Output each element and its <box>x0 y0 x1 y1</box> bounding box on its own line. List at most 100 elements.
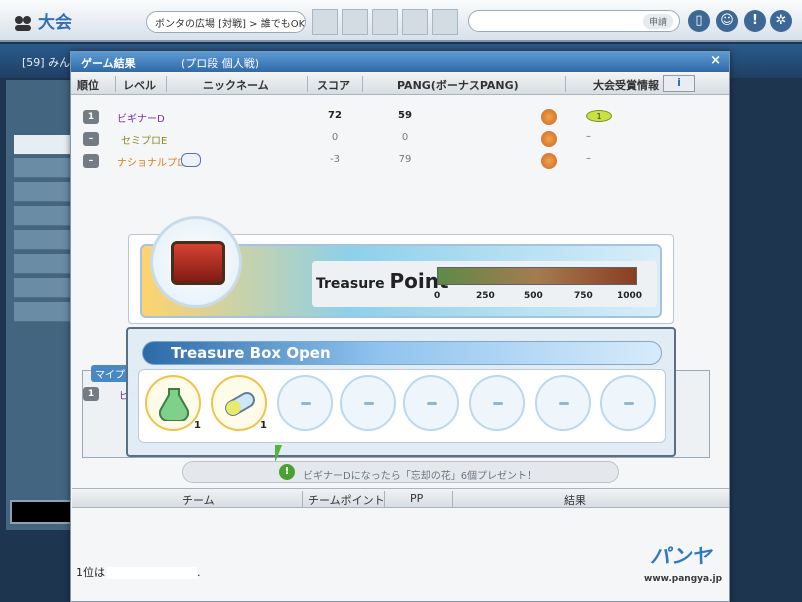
pangya-logo: パンヤ www.pangya.jp <box>644 540 722 590</box>
nickname: ビギナーD <box>117 114 165 125</box>
list-item[interactable] <box>14 302 70 322</box>
avatar[interactable] <box>432 9 458 35</box>
logo-text: 大会 <box>38 13 72 33</box>
apply-button[interactable]: 申請 <box>642 14 673 29</box>
gear-icon[interactable]: ✲ <box>770 10 792 32</box>
first-place-suffix: . <box>197 566 201 579</box>
first-place-name <box>107 567 197 579</box>
dialog-titlebar: ゲーム結果 (プロ段 個人戦) × <box>71 52 729 72</box>
col-pp: PP <box>410 492 424 505</box>
avatar[interactable] <box>342 9 368 35</box>
pang: 79 <box>398 154 412 165</box>
brand-url: www.pangya.jp <box>644 574 723 584</box>
dash: – <box>586 153 591 164</box>
group-icon <box>12 12 34 34</box>
table-row[interactable]: – セミプロE 0 0 – <box>71 129 729 149</box>
list-item[interactable] <box>14 206 70 226</box>
gauge-track <box>437 267 637 285</box>
chat-box[interactable] <box>10 500 72 524</box>
medal-icon <box>541 153 557 169</box>
close-icon[interactable]: × <box>710 53 721 68</box>
tick-label: 0 <box>434 291 441 301</box>
item-count: 1 <box>194 420 201 431</box>
list-item[interactable] <box>14 254 70 274</box>
col-pang: PANG(ボーナスPANG) <box>397 79 519 92</box>
empty-slot <box>403 375 459 431</box>
treasure-chest-icon <box>150 216 242 308</box>
list-item[interactable] <box>14 230 70 250</box>
dash: – <box>586 131 591 142</box>
box-open-panel: Treasure Box Open 1 1 <box>126 327 676 457</box>
first-place-label: 1位は <box>76 566 105 579</box>
medal-icon <box>541 131 557 147</box>
box-open-title: Treasure Box Open <box>142 341 662 365</box>
rank-badge: – <box>83 154 99 168</box>
rank-badge: – <box>83 132 99 146</box>
col-team-point: チームポイント <box>308 494 385 507</box>
room-strip-text: [59] みん <box>22 56 71 69</box>
pang: 0 <box>401 132 409 143</box>
tick-label: 750 <box>574 291 593 301</box>
alert-icon[interactable]: ! <box>744 10 766 32</box>
empty-slot <box>535 375 591 431</box>
result-table-header: 順位 レベル ニックネーム スコア PANG(ボーナスPANG) 大会受賞情報 … <box>71 73 729 95</box>
search-input[interactable]: 申請 <box>468 10 680 32</box>
avatar[interactable] <box>312 9 338 35</box>
empty-slot <box>600 375 656 431</box>
info-icon: ! <box>279 464 295 480</box>
medal-icon <box>541 109 557 125</box>
capsule-icon[interactable]: 1 <box>211 375 267 431</box>
empty-slot <box>469 375 525 431</box>
item-slots: 1 1 <box>138 369 666 443</box>
col-nickname: ニックネーム <box>203 79 269 92</box>
friends-icon[interactable]: ☺ <box>716 10 738 32</box>
table-row[interactable]: 1 ビギナーD 72 59 1 <box>71 107 729 127</box>
col-rank: 順位 <box>77 79 99 92</box>
col-level: レベル <box>123 79 156 92</box>
left-tab[interactable] <box>14 135 70 155</box>
rank-badge: 1 <box>83 387 99 401</box>
room-name: ボンタの広場 [対戦] > 誰でもOK !! <box>146 11 306 33</box>
treasure-point-gauge: Treasure Point 0 250 500 750 1000 <box>312 261 657 307</box>
box-open-title-text: Treasure Box Open <box>171 344 331 362</box>
rank-badge: 1 <box>83 110 99 124</box>
tick-label: 500 <box>524 291 543 301</box>
avatar[interactable] <box>372 9 398 35</box>
potion-icon[interactable]: 1 <box>145 375 201 431</box>
tick-label: 250 <box>476 291 495 301</box>
list-item[interactable] <box>14 158 70 178</box>
chest-icon <box>171 241 225 285</box>
table-row[interactable]: – ナショナルプロE -3 79 – <box>71 151 729 171</box>
tournament-logo[interactable]: 大会 <box>12 8 72 34</box>
first-place-line: 1位は. <box>76 564 201 580</box>
reward-icon: 1 <box>586 110 612 122</box>
info-button[interactable]: i <box>663 75 695 92</box>
item-count: 1 <box>260 420 267 431</box>
reward-message: ! ビギナーDになったら「忘却の花」6個プレゼント！ <box>182 461 619 483</box>
top-bar: 大会 ボンタの広場 [対戦] > 誰でもOK !! 申請 ▯ ☺ ! ✲ <box>0 0 802 42</box>
dialog-subtitle: (プロ段 個人戦) <box>181 57 260 70</box>
empty-slot <box>340 375 396 431</box>
score: 0 <box>331 132 339 143</box>
phone-icon[interactable]: ▯ <box>688 10 710 32</box>
badge-icon <box>181 153 201 167</box>
team-table-header: チーム チームポイント PP 結果 <box>72 488 729 508</box>
label-small: Treasure <box>316 276 385 292</box>
reward-message-text: ビギナーDになったら「忘却の花」6個プレゼント！ <box>303 471 538 482</box>
dialog-title: ゲーム結果 <box>81 57 136 70</box>
empty-slot <box>277 375 333 431</box>
nickname: セミプロE <box>121 136 168 147</box>
my-panel-tag: マイプ <box>91 365 129 382</box>
avatar[interactable] <box>402 9 428 35</box>
col-result: 結果 <box>564 494 586 507</box>
brand-logo: パンヤ <box>650 544 711 568</box>
col-score: スコア <box>317 79 350 92</box>
tick-label: 1000 <box>617 291 643 301</box>
col-tournament: 大会受賞情報 <box>593 79 659 92</box>
list-item[interactable] <box>14 278 70 298</box>
score: 72 <box>328 110 342 121</box>
treasure-point-label: Treasure Point <box>316 269 449 293</box>
list-item[interactable] <box>14 182 70 202</box>
score: -3 <box>330 154 340 165</box>
col-team: チーム <box>182 494 215 507</box>
